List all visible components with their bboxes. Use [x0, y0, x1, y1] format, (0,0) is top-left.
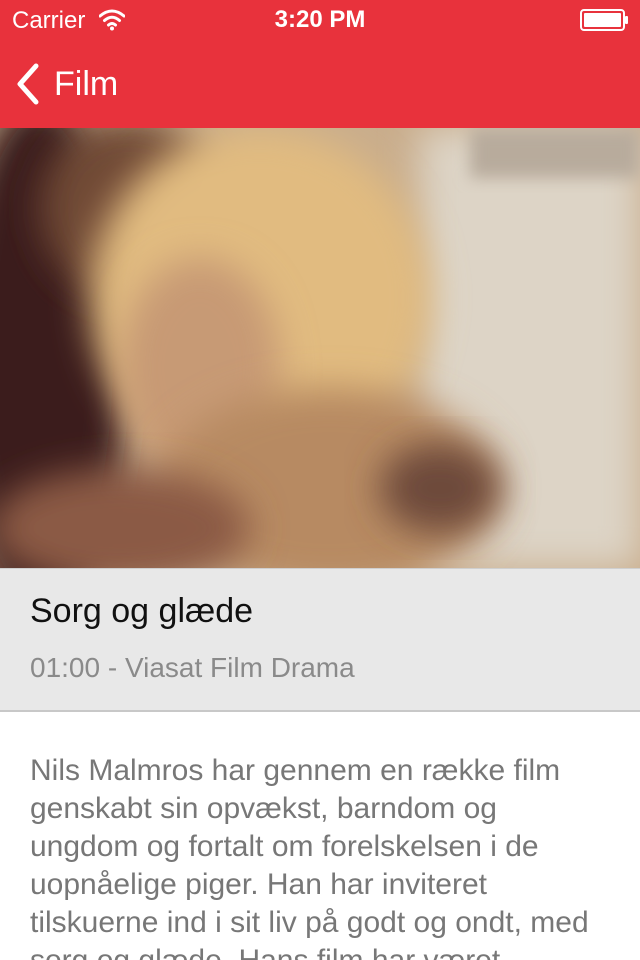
chevron-left-icon [14, 62, 40, 106]
program-image-art [0, 128, 640, 568]
program-detail-screen: Carrier 3:20 PM Film Sorg og glæde 01:00… [0, 0, 640, 960]
back-button[interactable]: Film [14, 62, 118, 106]
program-image [0, 128, 640, 568]
clock: 3:20 PM [274, 6, 366, 33]
program-info: Sorg og glæde 01:00 - Viasat Film Drama [0, 568, 640, 712]
program-title: Sorg og glæde [30, 592, 254, 630]
program-time-channel: 01:00 - Viasat Film Drama [30, 652, 355, 683]
status-bar: Carrier 3:20 PM [0, 0, 640, 40]
header: Carrier 3:20 PM Film [0, 0, 640, 128]
battery-icon [580, 9, 630, 31]
program-description: Nils Malmros har gennem en række film ge… [30, 754, 589, 960]
navigation-bar: Film [0, 40, 640, 128]
back-label: Film [54, 65, 119, 103]
